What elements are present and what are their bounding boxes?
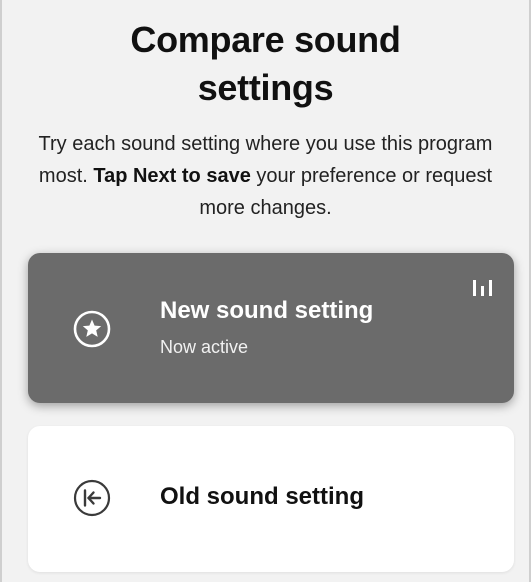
instructions-text: Try each sound setting where you use thi… — [32, 128, 499, 224]
new-sound-setting-label: New sound setting — [160, 297, 374, 324]
instructions-text-bold: Tap Next to save — [93, 165, 251, 187]
new-sound-setting-status: Now active — [160, 337, 249, 357]
equalizer-bars-icon — [473, 280, 492, 296]
old-sound-setting-label: Old sound setting — [160, 483, 364, 510]
arrow-left-to-line-icon — [73, 479, 111, 517]
page-title: Compare sound settings — [2, 16, 529, 112]
new-sound-setting-card[interactable]: New sound setting Now active — [28, 253, 514, 403]
page-title-line-1: Compare sound — [130, 19, 401, 60]
page-title-line-2: settings — [197, 67, 334, 108]
old-sound-setting-card[interactable]: Old sound setting — [28, 426, 514, 572]
star-icon — [73, 310, 111, 348]
